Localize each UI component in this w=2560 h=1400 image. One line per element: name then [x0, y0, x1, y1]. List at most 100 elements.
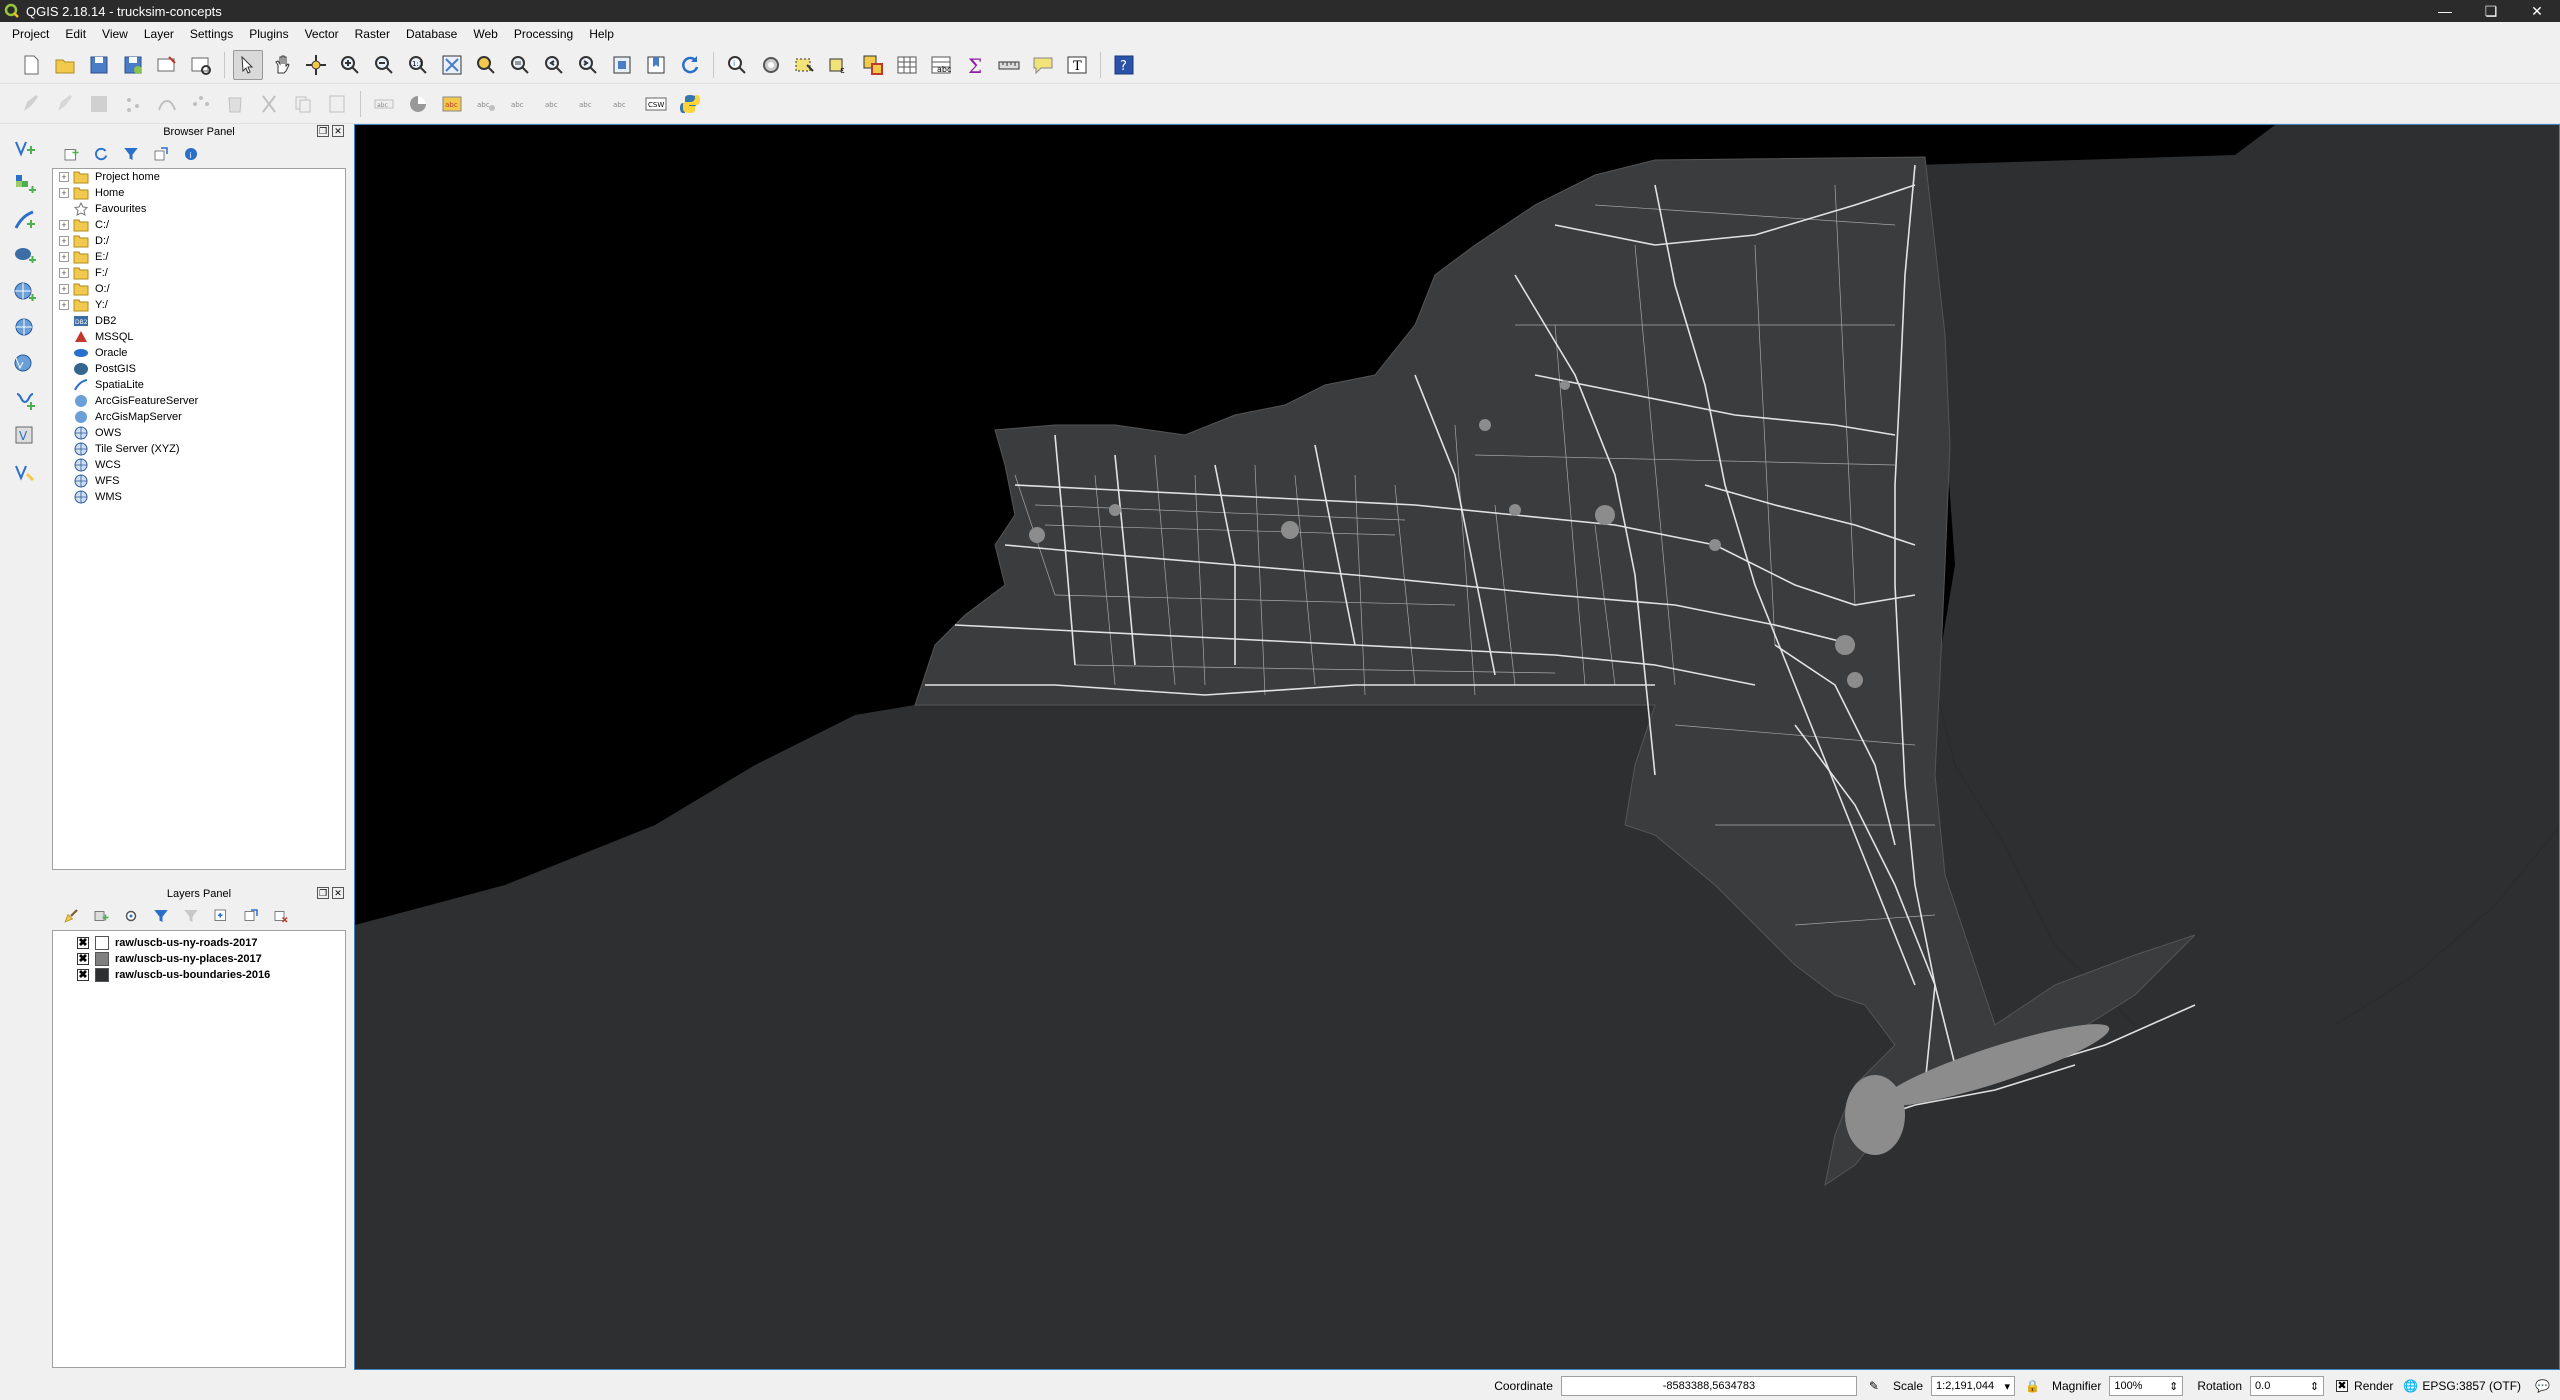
- save-as-icon[interactable]: [118, 50, 148, 80]
- add-wcs-layer-icon[interactable]: [6, 312, 44, 344]
- layer-item[interactable]: ✖ raw/uscb-us-ny-places-2017: [53, 951, 345, 967]
- layer-item[interactable]: ✖ raw/uscb-us-boundaries-2016: [53, 967, 345, 983]
- menu-layer[interactable]: Layer: [136, 27, 182, 41]
- zoom-out-icon[interactable]: [369, 50, 399, 80]
- refresh-browser-icon[interactable]: [88, 142, 114, 166]
- close-button[interactable]: ✕: [2514, 0, 2560, 22]
- identify-features-icon[interactable]: i: [722, 50, 752, 80]
- change-label-icon[interactable]: abc: [607, 89, 637, 119]
- field-calculator-icon[interactable]: abc: [926, 50, 956, 80]
- add-raster-layer-icon[interactable]: [6, 168, 44, 200]
- render-checkbox[interactable]: ✖: [2336, 1380, 2349, 1392]
- map-tips-icon[interactable]: [1028, 50, 1058, 80]
- add-group-icon[interactable]: [88, 904, 114, 928]
- layer-visibility-checkbox[interactable]: ✖: [77, 969, 89, 981]
- crs-status[interactable]: EPSG:3857 (OTF): [2422, 1379, 2521, 1393]
- browser-item[interactable]: ArcGisMapServer: [53, 409, 345, 425]
- chevron-down-icon[interactable]: ▾: [2004, 1380, 2010, 1393]
- browser-item[interactable]: WFS: [53, 473, 345, 489]
- filter-browser-icon[interactable]: [118, 142, 144, 166]
- expand-all-icon[interactable]: [208, 904, 234, 928]
- float-panel-icon[interactable]: ❐: [317, 887, 329, 899]
- expand-icon[interactable]: +: [59, 220, 69, 230]
- layer-visibility-checkbox[interactable]: ✖: [77, 937, 89, 949]
- browser-item[interactable]: + Home: [53, 185, 345, 201]
- composer-manager-icon[interactable]: [186, 50, 216, 80]
- new-project-icon[interactable]: [16, 50, 46, 80]
- layer-labeling-icon[interactable]: abc: [369, 89, 399, 119]
- show-hide-labels-icon[interactable]: abc: [505, 89, 535, 119]
- crs-globe-icon[interactable]: 🌐: [2403, 1379, 2418, 1393]
- statistical-summary-icon[interactable]: Σ: [960, 50, 990, 80]
- copy-features-icon[interactable]: [288, 89, 318, 119]
- save-edits-icon[interactable]: [84, 89, 114, 119]
- layer-symbol-icon[interactable]: [95, 952, 109, 966]
- close-panel-icon[interactable]: ✕: [332, 887, 344, 899]
- refresh-icon[interactable]: [675, 50, 705, 80]
- text-annotation-icon[interactable]: T: [1062, 50, 1092, 80]
- browser-item[interactable]: WCS: [53, 457, 345, 473]
- csw-icon[interactable]: CSW: [641, 89, 671, 119]
- browser-item[interactable]: MSSQL: [53, 329, 345, 345]
- open-layer-styling-icon[interactable]: [58, 904, 84, 928]
- lock-scale-icon[interactable]: 🔒: [2025, 1379, 2040, 1393]
- menu-project[interactable]: Project: [4, 27, 57, 41]
- expand-icon[interactable]: +: [59, 188, 69, 198]
- layer-diagram-icon[interactable]: [403, 89, 433, 119]
- coordinate-field[interactable]: -8583388,5634783: [1560, 1376, 1857, 1396]
- add-postgis-layer-icon[interactable]: [6, 240, 44, 272]
- scale-field[interactable]: 1:2,191,044 ▾: [1931, 1376, 2016, 1396]
- spinner-icon[interactable]: ⇕: [2169, 1380, 2178, 1393]
- layer-symbol-icon[interactable]: [95, 936, 109, 950]
- zoom-to-selection-icon[interactable]: [471, 50, 501, 80]
- layer-symbol-icon[interactable]: [95, 968, 109, 982]
- zoom-last-icon[interactable]: [539, 50, 569, 80]
- python-console-icon[interactable]: [675, 89, 705, 119]
- menu-plugins[interactable]: Plugins: [241, 27, 296, 41]
- browser-item[interactable]: + Project home: [53, 169, 345, 185]
- print-composer-icon[interactable]: [152, 50, 182, 80]
- browser-item[interactable]: WMS: [53, 489, 345, 505]
- menu-database[interactable]: Database: [398, 27, 465, 41]
- delete-selected-icon[interactable]: [220, 89, 250, 119]
- select-features-icon[interactable]: [790, 50, 820, 80]
- move-feature-icon[interactable]: [152, 89, 182, 119]
- deselect-features-icon[interactable]: [858, 50, 888, 80]
- save-project-icon[interactable]: [84, 50, 114, 80]
- minimize-button[interactable]: —: [2422, 0, 2468, 22]
- cut-features-icon[interactable]: [254, 89, 284, 119]
- menu-settings[interactable]: Settings: [182, 27, 241, 41]
- browser-item[interactable]: + Y:/: [53, 297, 345, 313]
- paste-features-icon[interactable]: [322, 89, 352, 119]
- measure-line-icon[interactable]: [994, 50, 1024, 80]
- new-map-view-icon[interactable]: [607, 50, 637, 80]
- expand-icon[interactable]: +: [59, 172, 69, 182]
- pan-to-selection-icon[interactable]: [301, 50, 331, 80]
- browser-item[interactable]: + F:/: [53, 265, 345, 281]
- pan-map-icon[interactable]: [267, 50, 297, 80]
- spinner-icon[interactable]: ⇕: [2310, 1380, 2319, 1393]
- filter-legend-icon[interactable]: [148, 904, 174, 928]
- rotate-label-icon[interactable]: abc: [573, 89, 603, 119]
- pan-touch-icon[interactable]: [233, 49, 263, 80]
- add-virtual-layer-icon[interactable]: V: [6, 420, 44, 452]
- menu-processing[interactable]: Processing: [506, 27, 581, 41]
- restore-button[interactable]: ❏: [2468, 0, 2514, 22]
- browser-item[interactable]: Favourites: [53, 201, 345, 217]
- remove-layer-icon[interactable]: [268, 904, 294, 928]
- add-wms-layer-icon[interactable]: [6, 276, 44, 308]
- manage-map-themes-icon[interactable]: [118, 904, 144, 928]
- properties-info-icon[interactable]: i: [178, 142, 204, 166]
- layer-visibility-checkbox[interactable]: ✖: [77, 953, 89, 965]
- map-canvas[interactable]: [354, 124, 2560, 1370]
- filter-by-expression-icon[interactable]: [178, 904, 204, 928]
- browser-item[interactable]: SpatiaLite: [53, 377, 345, 393]
- run-feature-action-icon[interactable]: [756, 50, 786, 80]
- add-delimited-text-icon[interactable]: [6, 384, 44, 416]
- add-feature-icon[interactable]: [118, 89, 148, 119]
- menu-edit[interactable]: Edit: [57, 27, 94, 41]
- new-bookmark-icon[interactable]: [641, 50, 671, 80]
- browser-item[interactable]: Oracle: [53, 345, 345, 361]
- select-by-expression-icon[interactable]: ε: [824, 50, 854, 80]
- browser-item[interactable]: + E:/: [53, 249, 345, 265]
